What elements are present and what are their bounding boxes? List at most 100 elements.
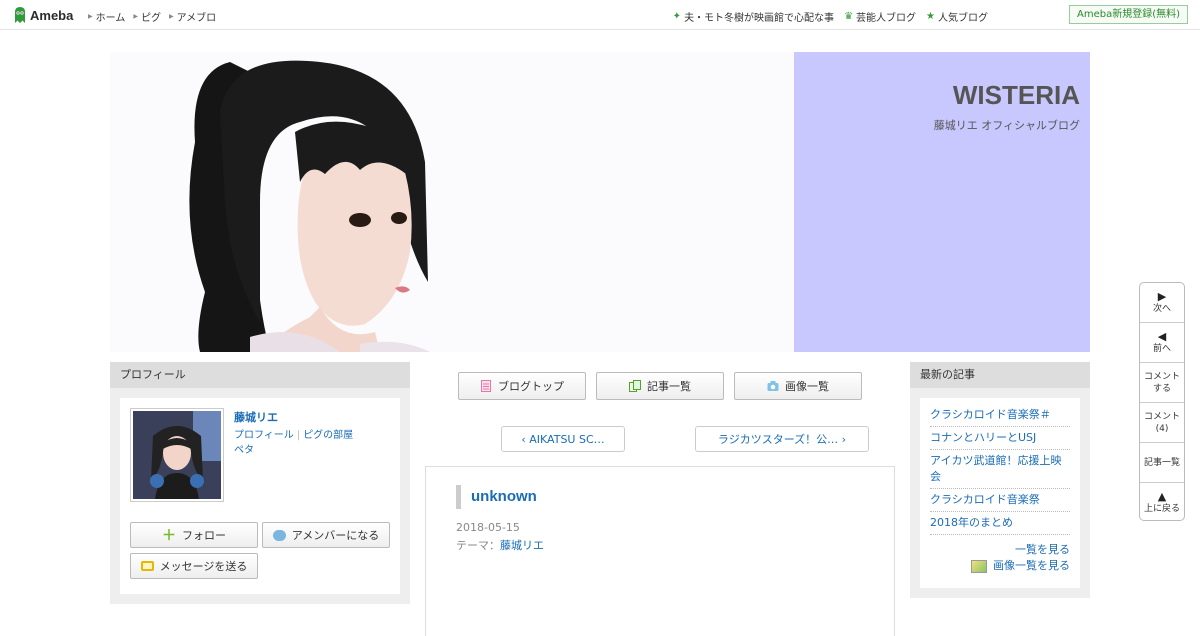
triangle-up-icon: ▲ xyxy=(1157,490,1167,503)
recent-item[interactable]: クラシカロイド音楽祭 xyxy=(930,489,1070,512)
follow-button[interactable]: ＋ フォロー xyxy=(130,522,258,548)
comment-label-1: コメント xyxy=(1143,371,1180,382)
image-list-label: 画像一覧 xyxy=(785,380,829,393)
top-link-celebrity[interactable]: ♛ 芸能人ブログ xyxy=(844,9,916,24)
theme-label: テーマ： xyxy=(456,539,500,552)
chevron-right-icon: › xyxy=(838,432,847,446)
article: unknown 2018-05-15 テーマ：藤城リエ xyxy=(425,466,895,636)
comments-label: コメント xyxy=(1143,411,1180,422)
follow-label: フォロー xyxy=(182,529,226,542)
ameba-logo[interactable]: Ameba xyxy=(12,6,73,24)
recent-item[interactable]: 2018年のまとめ xyxy=(930,512,1070,535)
link-separator: | xyxy=(296,430,301,441)
plus-icon: ＋ xyxy=(162,528,176,544)
triangle-right-icon: ▶ xyxy=(1157,289,1167,303)
profile-links: プロフィール | ピグの部屋 ペタ xyxy=(234,428,353,458)
top-link-popular[interactable]: ★ 人気ブログ xyxy=(926,9,988,24)
next-article-label: ラジカツスターズ！公… xyxy=(717,433,839,446)
pigg-room-link[interactable]: ピグの部屋 xyxy=(303,430,353,441)
nav-ameblo-label: アメブロ xyxy=(176,13,217,24)
top-bar: Ameba ▶ ホーム ▶ ピグ ▶ アメブロ ✦ 夫・モト冬樹が映画館で心配な事 ♛ 芸… xyxy=(0,0,1200,30)
nav-pigg[interactable]: ▶ ピグ xyxy=(133,9,161,24)
article-list-label: 記事一覧 xyxy=(647,380,691,393)
avatar[interactable] xyxy=(130,408,224,502)
amember-icon xyxy=(272,529,286,541)
prev-label: 前へ xyxy=(1152,343,1171,354)
comment-label-2: する xyxy=(1152,383,1171,394)
image-list-button[interactable]: 画像一覧 xyxy=(734,372,862,400)
message-label: メッセージを送る xyxy=(159,560,248,573)
profile-panel: プロフィール 藤城リエ プロフィール | ピグの部屋 ペタ ＋ フォロー アメンバー… xyxy=(110,362,410,604)
ameba-mascot-icon xyxy=(15,7,25,23)
mail-icon xyxy=(140,561,154,571)
back-to-top-button[interactable]: ▲ 上に戻る xyxy=(1140,483,1184,523)
profile-heading: プロフィール xyxy=(110,362,410,388)
header-banner: WISTERIA 藤城リエ オフィシャルブログ xyxy=(794,52,1090,352)
top-link-popular-label: 人気ブログ xyxy=(938,13,988,24)
caret-right-icon: ▶ xyxy=(168,13,174,20)
recent-item[interactable]: アイカツ武道館！応援上映会 xyxy=(930,450,1070,489)
recent-body: クラシカロイド音楽祭＃ コナンとハリーとUSJ アイカツ武道館！応援上映会 クラ… xyxy=(920,398,1080,588)
image-icon xyxy=(971,559,987,573)
nav-ameblo[interactable]: ▶ アメブロ xyxy=(169,9,216,24)
next-article-link[interactable]: ラジカツスターズ！公… › xyxy=(695,426,869,452)
comments-count: (4) xyxy=(1155,423,1169,434)
comments-count-button[interactable]: コメント (4) xyxy=(1140,403,1184,443)
article-title[interactable]: unknown xyxy=(456,485,537,509)
next-button[interactable]: ▶ 次へ xyxy=(1140,283,1184,323)
blog-title[interactable]: WISTERIA xyxy=(953,80,1080,111)
article-list-button[interactable]: 記事一覧 xyxy=(596,372,724,400)
caret-right-icon: ▶ xyxy=(88,13,93,20)
see-images-label: 画像一覧を見る xyxy=(993,559,1070,572)
recent-item[interactable]: コナンとハリーとUSJ xyxy=(930,427,1070,450)
recent-articles-panel: 最新の記事 クラシカロイド音楽祭＃ コナンとハリーとUSJ アイカツ武道館！応援… xyxy=(910,362,1090,598)
portrait-image xyxy=(110,52,794,352)
global-nav: ▶ ホーム ▶ ピグ ▶ アメブロ xyxy=(88,9,216,24)
register-button[interactable]: Ameba新規登録(無料) xyxy=(1068,5,1188,24)
recent-item[interactable]: クラシカロイド音楽祭＃ xyxy=(930,404,1070,427)
top-link-celebrity-label: 芸能人ブログ xyxy=(856,13,917,24)
profile-name[interactable]: 藤城リエ xyxy=(234,409,278,425)
star-icon: ★ xyxy=(926,11,935,22)
copy-icon xyxy=(629,380,641,392)
top-link-news-label: 夫・モト冬樹が映画館で心配な事 xyxy=(684,13,835,24)
amember-label: アメンバーになる xyxy=(291,529,380,542)
amember-button[interactable]: アメンバーになる xyxy=(262,522,390,548)
next-label: 次へ xyxy=(1152,303,1171,314)
document-icon xyxy=(481,380,491,392)
message-button[interactable]: メッセージを送る xyxy=(130,553,258,579)
triangle-left-icon: ◀ xyxy=(1157,329,1167,343)
side-navigation: ▶ 次へ ◀ 前へ コメント する コメント (4) 記事一覧 ▲ 上に戻る xyxy=(1139,282,1185,521)
profile-body: 藤城リエ プロフィール | ピグの部屋 ペタ ＋ フォロー アメンバーになる メッセ… xyxy=(120,398,400,594)
comment-button[interactable]: コメント する xyxy=(1140,363,1184,403)
prev-article-link[interactable]: ‹ AIKATSU SC… xyxy=(501,426,625,452)
nav-home[interactable]: ▶ ホーム xyxy=(88,9,125,24)
prev-article-label: AIKATSU SC… xyxy=(529,432,605,446)
recent-heading: 最新の記事 xyxy=(910,362,1090,388)
caret-right-icon: ▶ xyxy=(133,13,138,20)
blog-header: WISTERIA 藤城リエ オフィシャルブログ xyxy=(110,52,1090,352)
prev-button[interactable]: ◀ 前へ xyxy=(1140,323,1184,363)
article-theme: テーマ：藤城リエ xyxy=(456,537,544,553)
camera-icon xyxy=(767,381,779,391)
profile-link[interactable]: プロフィール xyxy=(234,430,294,441)
top-links: ✦ 夫・モト冬樹が映画館で心配な事 ♛ 芸能人ブログ ★ 人気ブログ xyxy=(673,9,988,24)
logo-text: Ameba xyxy=(30,7,74,23)
top-link-news[interactable]: ✦ 夫・モト冬樹が映画館で心配な事 xyxy=(673,9,834,24)
header-photo xyxy=(110,52,794,352)
chevron-left-icon: ‹ xyxy=(521,432,530,446)
see-images-link[interactable]: 画像一覧を見る xyxy=(930,558,1070,574)
nav-home-label: ホーム xyxy=(95,13,126,24)
blog-subtitle: 藤城リエ オフィシャルブログ xyxy=(933,119,1080,132)
nav-pigg-label: ピグ xyxy=(140,13,161,24)
blog-top-button[interactable]: ブログトップ xyxy=(458,372,586,400)
sparkle-icon: ✦ xyxy=(672,11,682,22)
crown-icon: ♛ xyxy=(844,11,854,22)
theme-link[interactable]: 藤城リエ xyxy=(500,539,544,552)
peta-link[interactable]: ペタ xyxy=(234,445,254,456)
see-all-link[interactable]: 一覧を見る xyxy=(930,542,1070,558)
blog-top-label: ブログトップ xyxy=(498,380,564,393)
back-to-top-label: 上に戻る xyxy=(1143,504,1180,514)
avatar-image xyxy=(133,411,221,499)
article-list-side-button[interactable]: 記事一覧 xyxy=(1140,443,1184,483)
